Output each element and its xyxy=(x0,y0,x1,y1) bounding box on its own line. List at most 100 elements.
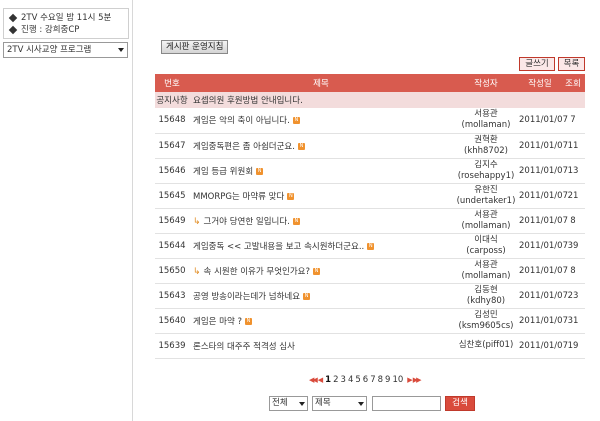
pagination: ◀◀ ◀ 1 2 3 4 5 6 7 8 9 10 ▶ ▶▶ xyxy=(308,374,422,386)
search-scope-select[interactable]: 전체 xyxy=(269,396,308,411)
page-link[interactable]: 10 xyxy=(392,375,403,385)
first-page-icon[interactable]: ◀◀ xyxy=(309,376,318,384)
author-id: (undertaker1) xyxy=(456,195,516,206)
host-text: 진행 : 강희중CP xyxy=(21,25,80,35)
new-badge-icon: N xyxy=(292,117,300,125)
page-link[interactable]: 5 xyxy=(355,375,360,385)
post-author: 심찬호(piff01) xyxy=(453,333,519,359)
table-row: 15648 게임은 악의 축이 아닙니다. N 서용관 (mollaman) 201… xyxy=(155,108,585,134)
page-link[interactable]: 4 xyxy=(348,375,353,385)
write-button[interactable]: 글쓰기 xyxy=(519,57,555,71)
post-author: 서용관 (mollaman) xyxy=(453,258,519,284)
table-header-row: 번호 제목 작성자 작성일 조회 xyxy=(155,74,585,92)
table-row: 15640 게임은 마약 ? N 김성민 (ksm9605cs) 2011/01/0… xyxy=(155,308,585,334)
author-id: (mollaman) xyxy=(461,220,511,231)
post-title-cell: 게임 등급 위원회 N xyxy=(189,158,453,184)
post-title-link[interactable]: 게임중독 << 고발내용을 보고 속시원하더군요.. xyxy=(193,242,364,252)
diamond-bullet-icon xyxy=(8,13,18,23)
column-header-number: 번호 xyxy=(155,74,189,92)
author-id: (carposs) xyxy=(466,245,506,256)
list-button[interactable]: 목록 xyxy=(558,57,585,71)
page-link[interactable]: 1 xyxy=(325,375,331,385)
post-title-link[interactable]: 게임 등급 위원회 xyxy=(193,167,253,177)
page-link[interactable]: 8 xyxy=(378,375,383,385)
author-name: 서용관 xyxy=(474,209,498,220)
page-link[interactable]: 3 xyxy=(341,375,346,385)
post-date: 2011/01/07 xyxy=(519,208,568,234)
post-title-link[interactable]: 론스타의 대주주 적격성 심사 xyxy=(193,342,295,352)
prev-page-icon[interactable]: ◀ xyxy=(318,376,324,384)
post-date: 2011/01/07 xyxy=(519,133,568,159)
author-id: (mollaman) xyxy=(461,120,511,131)
table-row: 15643 공영 방송이라는데가 넘하네요 N 김동현 (kdhy80) 2011/… xyxy=(155,283,585,309)
new-badge-icon: N xyxy=(292,217,300,225)
program-info-box: 2TV 수요일 밤 11시 5분 진행 : 강희중CP xyxy=(3,8,129,39)
broadcast-time-line: 2TV 수요일 밤 11시 5분 xyxy=(8,12,122,24)
post-number: 15647 xyxy=(155,133,189,159)
sidebar: 2TV 수요일 밤 11시 5분 진행 : 강희중CP 2TV 시사교양 프로그… xyxy=(0,0,133,421)
post-date: 2011/01/07 xyxy=(519,258,568,284)
post-date: 2011/01/07 xyxy=(519,308,568,334)
post-title-link[interactable]: 공영 방송이라는데가 넘하네요 xyxy=(193,292,300,302)
column-header-views: 조회 xyxy=(561,74,585,92)
search-field-value: 제목 xyxy=(315,398,331,408)
next-page-icon[interactable]: ▶ xyxy=(407,376,413,384)
author-name: 이대식 xyxy=(474,234,498,245)
post-title-cell: 론스타의 대주주 적격성 심사 xyxy=(189,333,453,359)
post-date: 2011/01/07 xyxy=(519,158,568,184)
table-row: 15650 ↳ 속 시원한 이유가 무엇인가요? N 서용관 (mollaman) 2… xyxy=(155,258,585,284)
post-title-link[interactable]: 그거야 당연한 일입니다. xyxy=(204,217,290,227)
author-name: 김지수 xyxy=(474,159,498,170)
program-category-select[interactable]: 2TV 시사교양 프로그램 xyxy=(3,42,128,58)
post-title-cell: ↳ 그거야 당연한 일입니다. N xyxy=(189,208,453,234)
reply-arrow-icon: ↳ xyxy=(193,266,201,277)
new-badge-icon: N xyxy=(367,242,375,250)
table-row: 15644 게임중독 << 고발내용을 보고 속시원하더군요.. N 이대식 (ca… xyxy=(155,233,585,259)
new-badge-icon: N xyxy=(287,192,295,200)
author-id: (kdhy80) xyxy=(466,295,506,306)
post-author: 김지수 (rosehappy1) xyxy=(453,158,519,184)
post-author: 김성민 (ksm9605cs) xyxy=(453,308,519,334)
notice-row[interactable]: 공지사항 요셉의원 후원방법 안내입니다. xyxy=(155,92,585,108)
chevron-down-icon xyxy=(118,48,124,52)
post-number: 15648 xyxy=(155,108,189,134)
board-area: 게시판 운영지침 글쓰기 목록 번호 제목 작성자 작성일 조회 공지사항 요셉… xyxy=(133,0,600,421)
post-title-link[interactable]: 게임은 마약 ? xyxy=(193,317,242,327)
page-link[interactable]: 7 xyxy=(370,375,375,385)
table-row: 15647 게임중독편은 좀 아쉽더군요. N 권혁환 (khh8702) 2011… xyxy=(155,133,585,159)
post-title-cell: 게임은 악의 축이 아닙니다. N xyxy=(189,108,453,134)
post-title-link[interactable]: 게임중독편은 좀 아쉽더군요. xyxy=(193,142,295,152)
diamond-bullet-icon xyxy=(8,25,18,35)
page-link[interactable]: 2 xyxy=(333,375,338,385)
post-author: 이대식 (carposs) xyxy=(453,233,519,259)
post-title-cell: MMORPG는 마약류 맞다 N xyxy=(189,183,453,209)
post-title-cell: 게임은 마약 ? N xyxy=(189,308,453,334)
board-guidelines-button[interactable]: 게시판 운영지침 xyxy=(161,40,229,54)
post-number: 15640 xyxy=(155,308,189,334)
page-link[interactable]: 6 xyxy=(363,375,368,385)
author-name: 서용관 xyxy=(474,259,498,270)
notice-title-link[interactable]: 요셉의원 후원방법 안내입니다. xyxy=(189,92,585,108)
post-date: 2011/01/07 xyxy=(519,108,568,134)
post-date: 2011/01/07 xyxy=(519,233,568,259)
table-row: 15649 ↳ 그거야 당연한 일입니다. N 서용관 (mollaman) 2011… xyxy=(155,208,585,234)
post-author: 유한진 (undertaker1) xyxy=(453,183,519,209)
search-input[interactable] xyxy=(372,396,441,411)
column-header-date: 작성일 xyxy=(519,74,561,92)
search-field-select[interactable]: 제목 xyxy=(312,396,367,411)
page-link[interactable]: 9 xyxy=(385,375,390,385)
new-badge-icon: N xyxy=(303,292,311,300)
author-name: 김동현 xyxy=(474,284,498,295)
host-line: 진행 : 강희중CP xyxy=(8,24,122,36)
search-button[interactable]: 검색 xyxy=(445,396,475,411)
chevron-down-icon xyxy=(358,402,364,406)
post-title-link[interactable]: 게임은 악의 축이 아닙니다. xyxy=(193,116,290,126)
post-title-link[interactable]: MMORPG는 마약류 맞다 xyxy=(193,192,284,202)
author-name: 심찬호(piff01) xyxy=(458,340,514,350)
last-page-icon[interactable]: ▶▶ xyxy=(413,376,422,384)
author-name: 권혁환 xyxy=(474,134,498,145)
post-number: 15646 xyxy=(155,158,189,184)
post-title-link[interactable]: 속 시원한 이유가 무엇인가요? xyxy=(204,267,310,277)
post-number: 15644 xyxy=(155,233,189,259)
search-scope-value: 전체 xyxy=(272,398,288,408)
